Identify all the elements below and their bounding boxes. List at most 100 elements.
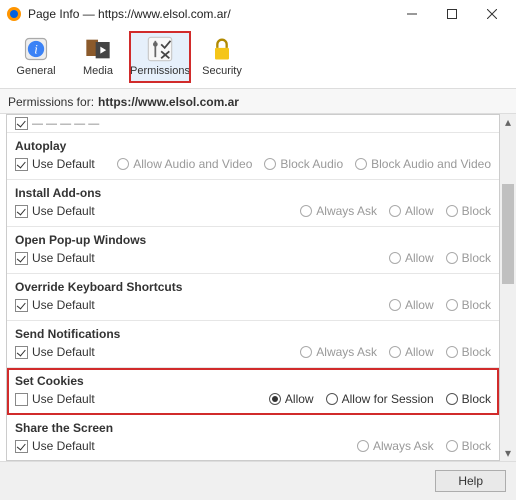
use-default-checkbox[interactable]: Use Default xyxy=(15,439,95,453)
checkbox-icon xyxy=(15,393,28,406)
radio-allow[interactable]: Allow xyxy=(389,251,434,265)
radio-icon xyxy=(446,205,458,217)
use-default-checkbox[interactable]: Use Default xyxy=(15,298,95,312)
row-truncated-top: — — — — — xyxy=(7,115,499,133)
use-default-label: Use Default xyxy=(32,204,95,218)
tab-security[interactable]: Security xyxy=(192,32,252,82)
radio-block-audio[interactable]: Block Audio xyxy=(264,157,343,171)
radio-icon xyxy=(264,158,276,170)
window-title: Page Info — https://www.elsol.com.ar/ xyxy=(28,7,392,21)
scrollbar[interactable]: ▴ ▾ xyxy=(500,114,516,461)
use-default-label: Use Default xyxy=(32,439,95,453)
checkbox-icon xyxy=(15,440,28,453)
lock-icon xyxy=(208,35,236,63)
row-keyboard: Override Keyboard Shortcuts Use Default … xyxy=(7,274,499,321)
use-default-checkbox[interactable]: Use Default xyxy=(15,157,95,171)
checkbox-icon xyxy=(15,205,28,218)
row-share-screen: Share the Screen Use Default Always Ask … xyxy=(7,415,499,461)
use-default-checkbox[interactable]: Use Default xyxy=(15,345,95,359)
permissions-for-label: Permissions for: https://www.elsol.com.a… xyxy=(0,88,516,114)
radio-icon xyxy=(117,158,129,170)
radio-always-ask[interactable]: Always Ask xyxy=(357,439,434,453)
options-group: Always Ask Allow Block xyxy=(95,204,491,218)
scrollbar-thumb[interactable] xyxy=(502,184,514,284)
radio-icon xyxy=(446,440,458,452)
use-default-label: Use Default xyxy=(32,251,95,265)
radio-allow[interactable]: Allow xyxy=(269,392,314,406)
radio-always-ask[interactable]: Always Ask xyxy=(300,204,377,218)
svg-text:i: i xyxy=(34,43,38,57)
radio-icon xyxy=(389,299,401,311)
row-title: Override Keyboard Shortcuts xyxy=(15,280,491,294)
options-group: Allow Block xyxy=(95,251,491,265)
permissions-panel: — — — — — Autoplay Use Default Allow Aud… xyxy=(6,114,500,461)
radio-icon xyxy=(446,252,458,264)
subheader-url: https://www.elsol.com.ar xyxy=(98,95,239,109)
help-button[interactable]: Help xyxy=(435,470,506,492)
scroll-up-icon[interactable]: ▴ xyxy=(500,114,516,130)
footer: Help xyxy=(0,461,516,500)
options-group: Allow Audio and Video Block Audio Block … xyxy=(95,157,491,171)
radio-icon xyxy=(269,393,281,405)
radio-icon xyxy=(446,393,458,405)
radio-icon xyxy=(357,440,369,452)
radio-icon xyxy=(300,346,312,358)
maximize-button[interactable] xyxy=(432,0,472,28)
permissions-scroll-area: — — — — — Autoplay Use Default Allow Aud… xyxy=(0,114,516,461)
radio-icon xyxy=(389,205,401,217)
row-title: Autoplay xyxy=(15,139,491,153)
row-install-addons: Install Add-ons Use Default Always Ask A… xyxy=(7,180,499,227)
checkbox-icon xyxy=(15,252,28,265)
radio-block[interactable]: Block xyxy=(446,204,491,218)
radio-block[interactable]: Block xyxy=(446,392,491,406)
tab-label: Media xyxy=(83,65,113,77)
use-default-label: Use Default xyxy=(32,298,95,312)
radio-block[interactable]: Block xyxy=(446,251,491,265)
tab-media[interactable]: Media xyxy=(68,32,128,82)
radio-allow-av[interactable]: Allow Audio and Video xyxy=(117,157,252,171)
row-popup: Open Pop-up Windows Use Default Allow Bl… xyxy=(7,227,499,274)
radio-block[interactable]: Block xyxy=(446,298,491,312)
use-default-checkbox[interactable]: Use Default xyxy=(15,204,95,218)
radio-icon xyxy=(446,346,458,358)
options-group: Allow Allow for Session Block xyxy=(95,392,491,406)
radio-icon xyxy=(389,346,401,358)
radio-icon xyxy=(389,252,401,264)
radio-block[interactable]: Block xyxy=(446,345,491,359)
subheader-label: Permissions for: xyxy=(8,95,94,109)
row-set-cookies: Set Cookies Use Default Allow Allow for … xyxy=(7,368,499,415)
row-title: Share the Screen xyxy=(15,421,491,435)
media-icon xyxy=(84,35,112,63)
tab-label: Permissions xyxy=(130,65,190,77)
tab-general[interactable]: i General xyxy=(6,32,66,82)
radio-always-ask[interactable]: Always Ask xyxy=(300,345,377,359)
checkbox-icon xyxy=(15,158,28,171)
radio-allow[interactable]: Allow xyxy=(389,204,434,218)
minimize-button[interactable] xyxy=(392,0,432,28)
permissions-icon xyxy=(146,35,174,63)
row-title: Send Notifications xyxy=(15,327,491,341)
titlebar: Page Info — https://www.elsol.com.ar/ xyxy=(0,0,516,28)
checkbox-icon xyxy=(15,299,28,312)
use-default-checkbox[interactable]: Use Default xyxy=(15,392,95,406)
radio-allow[interactable]: Allow xyxy=(389,298,434,312)
row-title: Open Pop-up Windows xyxy=(15,233,491,247)
radio-block[interactable]: Block xyxy=(446,439,491,453)
use-default-label: Use Default xyxy=(32,345,95,359)
close-button[interactable] xyxy=(472,0,512,28)
use-default-checkbox[interactable]: Use Default xyxy=(15,251,95,265)
info-icon: i xyxy=(22,35,50,63)
row-notifications: Send Notifications Use Default Always As… xyxy=(7,321,499,368)
tab-label: Security xyxy=(202,65,242,77)
scroll-down-icon[interactable]: ▾ xyxy=(500,445,516,461)
use-default-label: Use Default xyxy=(32,157,95,171)
radio-allow-session[interactable]: Allow for Session xyxy=(326,392,434,406)
radio-block-av[interactable]: Block Audio and Video xyxy=(355,157,491,171)
radio-allow[interactable]: Allow xyxy=(389,345,434,359)
options-group: Allow Block xyxy=(95,298,491,312)
options-group: Always Ask Block xyxy=(95,439,491,453)
row-title: Set Cookies xyxy=(15,374,491,388)
tab-permissions[interactable]: Permissions xyxy=(130,32,190,82)
use-default-checkbox[interactable]: — — — — — xyxy=(15,117,99,130)
tab-label: General xyxy=(16,65,55,77)
